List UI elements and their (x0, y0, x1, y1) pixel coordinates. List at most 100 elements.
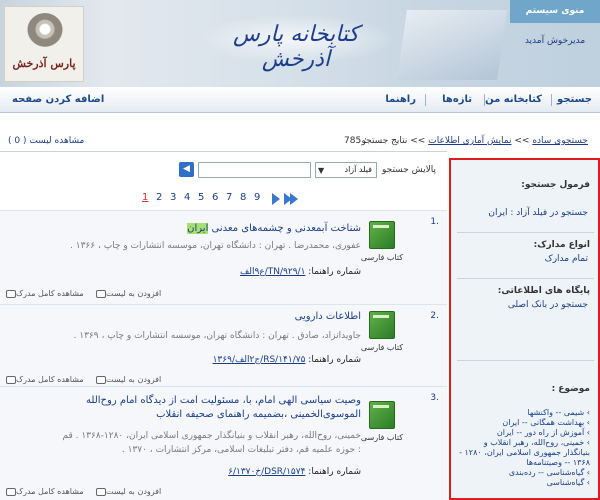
result-meta: عفوری، محمدرضا . تهران : دانشگاه تهران، … (70, 241, 361, 251)
page-link-6[interactable]: 6 (212, 192, 218, 203)
banner-title: کتابخانه پارس آذرخش (232, 22, 360, 72)
library-logo[interactable]: پارس آذرخش (4, 6, 84, 82)
call-number-link[interactable]: DSR/۱۵۷۴/خ۶/۱۳۷۰ (228, 467, 305, 477)
nav-help[interactable]: راهنما (385, 87, 416, 113)
search-formula-text: جستجو در فیلد آزاد : ایران (488, 208, 588, 218)
add-icon (96, 375, 106, 384)
add-to-list-button[interactable]: افزودن به لیست (94, 289, 161, 298)
document-type: کتاب فارسی (360, 253, 404, 262)
result-title[interactable]: شناخت آبمعدنی و چشمه‌های معدنی ایران (187, 223, 361, 234)
result-title[interactable]: اطلاعات دارویی (295, 311, 361, 322)
logo-text: پارس آذرخش (12, 57, 76, 70)
nav-news[interactable]: تازه‌ها (442, 87, 472, 113)
result-item: 1. کتاب فارسی شناخت آبمعدنی و چشمه‌های م… (0, 210, 447, 304)
result-title-cont[interactable]: الموسوی‌الخمینی ،بضمیمه راهنمای صحیفه ان… (156, 409, 361, 420)
document-types-heading: انواع مدارک: (533, 240, 590, 250)
nav-my-library[interactable]: کتابخانه من (485, 87, 542, 113)
pagination: 1 2 3 4 5 6 7 8 9 (140, 192, 300, 206)
nav-search[interactable]: جستجو (557, 87, 592, 113)
topic-link[interactable]: › خمینی، روح‌الله، رهبر انقلاب و بنیانگذ… (458, 438, 590, 468)
topic-link[interactable]: › گیاه‌شناسی -- رده‌بندی (458, 468, 590, 478)
field-select[interactable]: ▼ فیلد آزاد (315, 162, 377, 178)
result-number: 3. (430, 393, 439, 403)
page-link-9[interactable]: 9 (254, 192, 260, 203)
result-item: 2. کتاب فارسی اطلاعات دارویی جاویدانزاد،… (0, 304, 447, 386)
result-item: 3. کتاب فارسی وصیت سیاسی الهی امام، با، … (0, 386, 447, 500)
page-link-7[interactable]: 7 (226, 192, 232, 203)
add-icon (96, 487, 106, 496)
topic-link[interactable]: › بهداشت همگانی -- ایران (458, 418, 590, 428)
header-banner: پارس آذرخش کتابخانه پارس آذرخش منوی سیست… (0, 0, 600, 87)
view-icon (6, 487, 16, 496)
nav-separator (551, 94, 552, 106)
nav-separator (425, 94, 426, 106)
call-number-link[interactable]: RS/۱۴۱/۷۵/ج۲الف/۱۳۶۹ (213, 355, 306, 365)
nav-add-homepage[interactable]: اضافه کردن صفحه (12, 87, 104, 113)
view-full-record-button[interactable]: مشاهده کامل مدرک (4, 289, 84, 298)
page-link-8[interactable]: 8 (240, 192, 246, 203)
book-icon (369, 221, 395, 249)
add-to-list-button[interactable]: افزودن به لیست (94, 487, 161, 496)
breadcrumb-separator: >> (514, 136, 530, 146)
call-number-row: شماره راهنما: TN/۹۲۹/۱/ع۹الف (240, 267, 361, 277)
result-meta-cont: : حوزه علمیه قم، دفتر تبلیغات اسلامی، مر… (121, 445, 361, 455)
view-full-record-button[interactable]: مشاهده کامل مدرک (4, 375, 84, 384)
topic-link[interactable]: › آموزش از راه دور -- ایران (458, 428, 590, 438)
chevron-down-icon: ▼ (318, 166, 325, 175)
databases-text: جستجو در بانک اصلی (507, 300, 588, 310)
book-icon (369, 311, 395, 339)
page-link-4[interactable]: 4 (184, 192, 190, 203)
call-number-label: شماره راهنما: (308, 355, 361, 365)
main-nav: جستجو کتابخانه من تازه‌ها راهنما اضافه ک… (0, 87, 600, 113)
topics-heading: موضوع : (551, 384, 590, 394)
result-number: 1. (430, 217, 439, 227)
divider (457, 278, 594, 279)
system-menu-button[interactable]: منوی سیستم (510, 0, 600, 23)
databases-heading: پایگاه های اطلاعاتی: (497, 286, 590, 296)
view-list-link[interactable]: مشاهده لیست ( 0 ) (8, 136, 84, 146)
breadcrumb-simple-search[interactable]: جستجوی ساده (532, 136, 588, 146)
last-page-icon[interactable] (290, 193, 298, 205)
call-number-row: شماره راهنما: DSR/۱۵۷۴/خ۶/۱۳۷۰ (228, 467, 361, 477)
greeting-text: مدیرخوش آمدید (524, 36, 586, 46)
divider (457, 232, 594, 233)
refine-search-label: پالایش جستجو (382, 165, 436, 175)
divider (0, 151, 447, 152)
page-link-5[interactable]: 5 (198, 192, 204, 203)
document-type: کتاب فارسی (360, 433, 404, 442)
view-full-record-button[interactable]: مشاهده کامل مدرک (4, 487, 84, 496)
call-number-row: شماره راهنما: RS/۱۴۱/۷۵/ج۲الف/۱۳۶۹ (213, 355, 361, 365)
breadcrumb-results: نتایج جستجو (361, 136, 408, 146)
result-number: 2. (430, 311, 439, 321)
breadcrumb: جستجوی ساده >> نمایش آماری اطلاعات >> نت… (361, 136, 588, 146)
topic-link[interactable]: › شیمی -- واکنشها (458, 408, 590, 418)
refine-go-button[interactable]: ◀ (179, 162, 194, 177)
banner-pages-art (397, 10, 507, 80)
page-link-1[interactable]: 1 (142, 192, 148, 203)
search-formula-heading: فرمول جستجو: (521, 180, 590, 190)
view-icon (6, 375, 16, 384)
page-link-2[interactable]: 2 (156, 192, 162, 203)
nav-separator (484, 94, 485, 106)
search-summary-panel: فرمول جستجو: جستجو در فیلد آزاد : ایران … (449, 158, 600, 500)
add-icon (96, 289, 106, 298)
result-title-text: شناخت آبمعدنی و چشمه‌های معدنی (208, 223, 361, 234)
add-to-list-button[interactable]: افزودن به لیست (94, 375, 161, 384)
field-select-value: فیلد آزاد (344, 165, 373, 174)
next-page-icon[interactable] (272, 193, 280, 205)
breadcrumb-stats[interactable]: نمایش آماری اطلاعات (428, 136, 511, 146)
result-meta: خمینی، روح‌الله، رهبر انقلاب و بنیانگذار… (62, 431, 361, 441)
call-number-link[interactable]: TN/۹۲۹/۱/ع۹الف (240, 267, 305, 277)
document-types-text: تمام مدارک (544, 254, 588, 264)
refine-search-input[interactable] (198, 162, 311, 178)
document-type: کتاب فارسی (360, 343, 404, 352)
book-icon (369, 401, 395, 429)
topic-link[interactable]: › گیاه‌شناسی (458, 478, 590, 488)
call-number-label: شماره راهنما: (308, 267, 361, 277)
cd-logo-icon (27, 13, 63, 49)
call-number-label: شماره راهنما: (308, 467, 361, 477)
result-title[interactable]: وصیت سیاسی الهی امام، با، مسئولیت امت از… (86, 395, 361, 406)
page-link-3[interactable]: 3 (170, 192, 176, 203)
result-meta: جاویدانزاد، صادق . تهران : دانشگاه تهران… (73, 331, 361, 341)
search-highlight: ایران (187, 223, 209, 234)
